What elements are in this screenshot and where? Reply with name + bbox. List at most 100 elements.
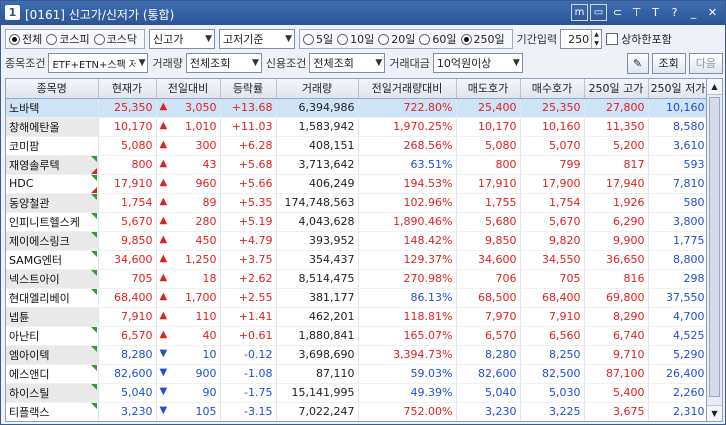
spinner-arrows-icon[interactable]: ▲ ▼: [591, 30, 601, 48]
cell-name[interactable]: 넥스트아이: [6, 269, 99, 289]
radio-market-kosdaq[interactable]: 코스닥: [93, 31, 137, 47]
radio-period-20[interactable]: 20일: [378, 31, 415, 47]
col-header-rate[interactable]: 등락률: [220, 79, 277, 99]
cell-name[interactable]: 넵튠: [6, 307, 99, 327]
table-row[interactable]: 하이스틸 5,040 ▼ 90 -1.75 15,141,995 49.39% 5,040 5,…: [6, 383, 706, 403]
col-header-high[interactable]: 250일 고가: [584, 79, 649, 99]
type-select[interactable]: 신고가 ▼: [149, 29, 215, 49]
basis-select[interactable]: 고저기준 ▼: [219, 29, 295, 49]
cell-volume: 1,880,841: [276, 326, 359, 346]
cell-name[interactable]: 엠아이텍: [6, 345, 99, 365]
stock-cond-select[interactable]: ETF+ETN+스팩 저 ▼: [48, 53, 149, 73]
col-header-price[interactable]: 현재가: [98, 79, 157, 99]
table-row[interactable]: 아난티 6,570 ▲ 40 +0.61 1,880,841 165.07% 6,570 6,5…: [6, 326, 706, 346]
cell-vol-ratio: 1,970.25%: [358, 117, 457, 137]
table-row[interactable]: 엠아이텍 8,280 ▼ 10 -0.12 3,698,690 3,394.73% 8,280…: [6, 345, 706, 365]
flag-icon: [90, 174, 97, 181]
checkbox-icon[interactable]: [606, 33, 619, 45]
text-icon[interactable]: T: [647, 4, 664, 21]
table-row[interactable]: 창해에탄올 10,170 ▲ 1,010 +11.03 1,583,942 1,970.25…: [6, 117, 706, 137]
limit-checkbox[interactable]: 상하한포함: [606, 31, 672, 47]
radio-period-10[interactable]: 10일: [337, 31, 374, 47]
cell-bid: 5,070: [520, 136, 585, 156]
table-row[interactable]: SAMG엔터 34,600 ▲ 1,250 +3.75 354,437 129.37% 34,…: [6, 250, 706, 270]
cell-name[interactable]: 인피니트헬스케: [6, 212, 99, 232]
radio-period-60[interactable]: 60일: [419, 31, 457, 47]
radio-dot-icon: [460, 33, 472, 45]
cell-name[interactable]: 재영솔루텍: [6, 155, 99, 175]
flag-icon: [90, 345, 97, 352]
link-icon[interactable]: ⊂: [609, 4, 626, 21]
radio-market-all[interactable]: 전체: [9, 31, 42, 47]
scroll-down-icon[interactable]: ▼: [707, 405, 722, 421]
cell-change: ▲ 43: [156, 155, 221, 175]
amount-select[interactable]: 10억원이상 ▼: [432, 53, 523, 73]
help-icon[interactable]: ?: [666, 4, 683, 21]
col-header-vol-ratio[interactable]: 전일거래량대비: [358, 79, 457, 99]
vertical-scrollbar[interactable]: ▲ ▼: [707, 78, 723, 422]
table-body: 노바텍 25,350 ▲ 3,050 +13.68 6,394,986 722.80% 25,…: [6, 98, 706, 421]
cell-high: 9,900: [584, 231, 649, 251]
cell-bid: 705: [520, 269, 585, 289]
radio-period-250[interactable]: 250일: [460, 31, 505, 47]
table-row[interactable]: 재영솔루텍 800 ▲ 43 +5.68 3,713,642 63.51% 800 799 817…: [6, 155, 706, 175]
radio-market-kospi[interactable]: 코스피: [46, 31, 90, 47]
cell-name[interactable]: SAMG엔터: [6, 250, 99, 270]
cell-price: 34,600: [98, 250, 157, 270]
cell-name[interactable]: 제이에스링크: [6, 231, 99, 251]
cell-bid: 68,400: [520, 288, 585, 308]
table-row[interactable]: 동양철관 1,754 ▲ 89 +5.35 174,748,563 102.96% 1,755…: [6, 193, 706, 213]
window-icon[interactable]: ▭: [590, 4, 607, 21]
table-row[interactable]: 제이에스링크 9,850 ▲ 450 +4.79 393,952 148.42% 9,850 9…: [6, 231, 706, 251]
col-header-bid[interactable]: 매수호가: [520, 79, 585, 99]
chevron-down-icon: ▼: [251, 58, 259, 68]
cell-change: ▼ 105: [156, 402, 221, 421]
scroll-up-icon[interactable]: ▲: [707, 79, 722, 95]
cell-name[interactable]: 노바텍: [6, 98, 99, 118]
scroll-thumb[interactable]: [709, 97, 720, 397]
col-header-volume[interactable]: 거래량: [276, 79, 359, 99]
radio-dot-icon: [337, 33, 349, 45]
table-row[interactable]: 티플랙스 3,230 ▼ 105 -3.15 7,022,247 752.00% 3,230 3…: [6, 402, 706, 421]
cell-volume: 7,022,247: [276, 402, 359, 421]
cell-vol-ratio: 129.37%: [358, 250, 457, 270]
credit-select[interactable]: 전체조회 ▼: [309, 53, 386, 73]
cell-name[interactable]: 현대엘리베이: [6, 288, 99, 308]
table-row[interactable]: 인피니트헬스케 5,670 ▲ 280 +5.19 4,043,628 1,890.46% 5…: [6, 212, 706, 232]
cell-name[interactable]: 하이스틸: [6, 383, 99, 403]
cell-name[interactable]: HDC: [6, 174, 99, 194]
close-icon[interactable]: ✕: [704, 4, 721, 21]
next-button[interactable]: 다음: [688, 52, 723, 74]
cell-name[interactable]: 티플랙스: [6, 402, 99, 421]
col-header-ask[interactable]: 매도호가: [456, 79, 521, 99]
table-row[interactable]: 현대엘리베이 68,400 ▲ 1,700 +2.55 381,177 86.13% 68,5…: [6, 288, 706, 308]
minimize-icon[interactable]: _: [685, 4, 702, 21]
m-box-icon[interactable]: m: [571, 4, 588, 21]
col-header-name[interactable]: 종목명: [6, 79, 99, 99]
pin-icon[interactable]: ⊤: [628, 4, 645, 21]
cell-ask: 68,500: [456, 288, 521, 308]
col-header-low[interactable]: 250일 저가: [648, 79, 706, 99]
cell-name[interactable]: 동양철관: [6, 193, 99, 213]
period-input-spinner[interactable]: 250 ▲ ▼: [560, 29, 603, 49]
cell-name[interactable]: 코미팜: [6, 136, 99, 156]
table-row[interactable]: HDC 17,910 ▲ 960 +5.66 406,249 194.53% 17,910 17…: [6, 174, 706, 194]
radio-period-5[interactable]: 5일: [303, 31, 333, 47]
flag-icon: [90, 250, 97, 257]
settings-icon[interactable]: ✎: [626, 52, 649, 74]
cell-name[interactable]: 에스앤디: [6, 364, 99, 384]
volume-select[interactable]: 전체조회 ▼: [185, 53, 262, 73]
table-row[interactable]: 노바텍 25,350 ▲ 3,050 +13.68 6,394,986 722.80% 25,…: [6, 98, 706, 118]
window-number-badge[interactable]: 1: [5, 5, 20, 20]
col-header-change[interactable]: 전일대비: [156, 79, 221, 99]
table-row[interactable]: 넥스트아이 705 ▲ 18 +2.62 8,514,475 270.98% 706 705 81…: [6, 269, 706, 289]
cell-change: ▲ 450: [156, 231, 221, 251]
cell-ask: 706: [456, 269, 521, 289]
cell-name[interactable]: 아난티: [6, 326, 99, 346]
table-row[interactable]: 에스앤디 82,600 ▼ 900 -1.08 87,110 59.03% 82,600 82,…: [6, 364, 706, 384]
cell-name[interactable]: 창해에탄올: [6, 117, 99, 137]
table-row[interactable]: 넵튠 7,910 ▲ 110 +1.41 462,201 118.81% 7,970 7,910…: [6, 307, 706, 327]
cell-low: 4,700: [648, 307, 706, 327]
table-row[interactable]: 코미팜 5,080 ▲ 300 +6.28 408,151 268.56% 5,080 5,07…: [6, 136, 706, 156]
search-button[interactable]: 조회: [651, 52, 686, 74]
